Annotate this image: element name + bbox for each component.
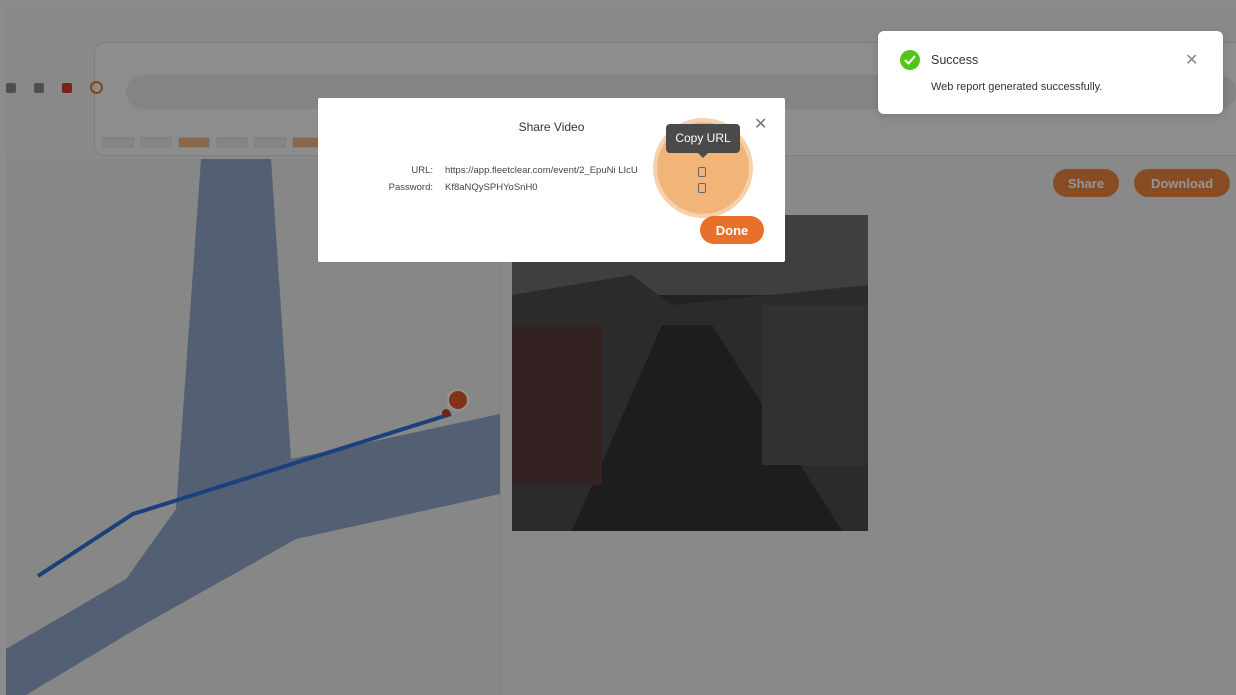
close-icon[interactable]: ✕ xyxy=(754,114,767,134)
url-value: https://app.fleetclear.com/event/2_EpuNi… xyxy=(445,165,638,176)
copy-url-tooltip: Copy URL xyxy=(666,124,740,153)
password-label: Password: xyxy=(388,182,433,193)
url-label: URL: xyxy=(411,165,433,176)
password-value: Kf8aNQySPHYoSnH0 xyxy=(445,182,538,193)
tooltip-arrow xyxy=(697,152,709,158)
toast-message: Web report generated successfully. xyxy=(931,81,1103,93)
done-button[interactable]: Done xyxy=(700,216,764,244)
toast-close-icon[interactable]: ✕ xyxy=(1185,50,1198,70)
success-toast: Success Web report generated successfull… xyxy=(878,31,1223,114)
copy-url-icon[interactable] xyxy=(698,167,706,177)
toast-title: Success xyxy=(931,53,979,67)
check-circle-icon xyxy=(900,50,920,70)
copy-password-icon[interactable] xyxy=(698,183,706,193)
